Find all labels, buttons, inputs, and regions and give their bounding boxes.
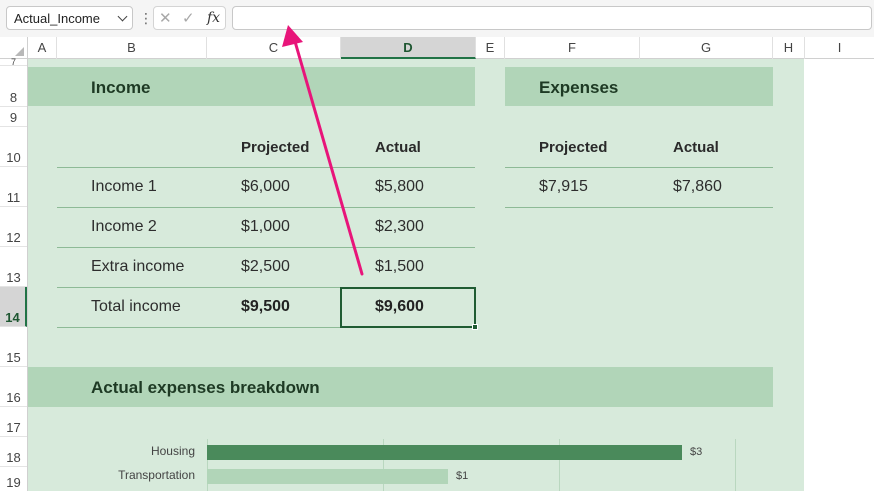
row-headers: 7 8 9 10 11 12 13 14 15 16 17 18 19	[0, 57, 28, 491]
more-options-icon[interactable]: ⋮	[139, 9, 153, 27]
row-header-7[interactable]: 7	[0, 57, 27, 67]
chart-category-label: Housing	[150, 444, 195, 458]
chart-gridline	[735, 439, 736, 491]
divider	[57, 167, 475, 168]
row-header-15[interactable]: 15	[0, 327, 27, 367]
chevron-down-icon[interactable]	[117, 11, 128, 22]
extra-income-label[interactable]: Extra income	[91, 258, 184, 276]
total-income-projected[interactable]: $9,500	[241, 298, 290, 316]
insert-function-icon[interactable]: fx	[207, 10, 220, 26]
column-header-h[interactable]: H	[773, 37, 805, 59]
divider	[57, 247, 475, 248]
chart-bar[interactable]	[207, 469, 448, 484]
column-header-g[interactable]: G	[640, 37, 773, 59]
row-header-8[interactable]: 8	[0, 66, 27, 107]
income-actual-header: Actual	[375, 139, 421, 156]
name-box[interactable]: Actual_Income	[6, 6, 133, 30]
formula-bar: Actual_Income ⋮ ✕ ✓ fx	[0, 0, 874, 37]
row-header-10[interactable]: 10	[0, 127, 27, 167]
select-all-corner[interactable]	[0, 37, 28, 59]
row-header-12[interactable]: 12	[0, 207, 27, 247]
column-header-a[interactable]: A	[28, 37, 57, 59]
income-2-projected[interactable]: $1,000	[241, 218, 290, 236]
row-header-16[interactable]: 16	[0, 367, 27, 407]
row-header-19[interactable]: 19	[0, 467, 27, 491]
formula-input[interactable]	[232, 6, 872, 30]
income-1-projected[interactable]: $6,000	[241, 178, 290, 196]
name-box-value: Actual_Income	[14, 11, 100, 26]
income-1-actual[interactable]: $5,800	[375, 178, 424, 196]
income-1-label[interactable]: Income 1	[91, 178, 157, 196]
expenses-actual-header: Actual	[673, 139, 719, 156]
check-icon[interactable]: ✓	[182, 9, 195, 27]
column-header-e[interactable]: E	[476, 37, 505, 59]
divider	[505, 207, 773, 208]
column-header-d[interactable]: D	[341, 37, 476, 59]
column-headers: A B C D E F G H I	[0, 37, 874, 59]
divider	[57, 207, 475, 208]
chart-data-label: $1	[456, 470, 469, 482]
row-header-17[interactable]: 17	[0, 407, 27, 437]
income-2-actual[interactable]: $2,300	[375, 218, 424, 236]
worksheet-grid[interactable]: Income Expenses Projected Actual Project…	[28, 59, 874, 491]
chart-category-label: Transportation	[118, 468, 195, 482]
breakdown-title: Actual expenses breakdown	[91, 378, 320, 397]
column-header-c[interactable]: C	[207, 37, 341, 59]
income-2-label[interactable]: Income 2	[91, 218, 157, 236]
row-header-14[interactable]: 14	[0, 287, 27, 327]
expenses-projected-value[interactable]: $7,915	[539, 178, 588, 196]
expenses-projected-header: Projected	[539, 139, 608, 156]
formula-controls: ✕ ✓ fx	[153, 6, 226, 30]
column-header-b[interactable]: B	[57, 37, 207, 59]
divider	[505, 167, 773, 168]
income-title: Income	[91, 78, 151, 97]
column-header-f[interactable]: F	[505, 37, 640, 59]
row-header-18[interactable]: 18	[0, 437, 27, 467]
chart-data-label: $3	[690, 446, 703, 458]
total-income-label[interactable]: Total income	[91, 298, 181, 316]
chart-bar[interactable]	[207, 445, 682, 460]
fill-handle[interactable]	[472, 324, 478, 330]
expenses-title: Expenses	[539, 78, 619, 97]
row-header-11[interactable]: 11	[0, 167, 27, 207]
cancel-icon[interactable]: ✕	[159, 9, 172, 27]
expenses-actual-value[interactable]: $7,860	[673, 178, 722, 196]
row-header-13[interactable]: 13	[0, 247, 27, 287]
selected-cell-d14[interactable]	[340, 287, 476, 328]
row-header-9[interactable]: 9	[0, 107, 27, 127]
extra-income-projected[interactable]: $2,500	[241, 258, 290, 276]
income-projected-header: Projected	[241, 139, 310, 156]
column-header-i[interactable]: I	[805, 37, 874, 59]
extra-income-actual[interactable]: $1,500	[375, 258, 424, 276]
